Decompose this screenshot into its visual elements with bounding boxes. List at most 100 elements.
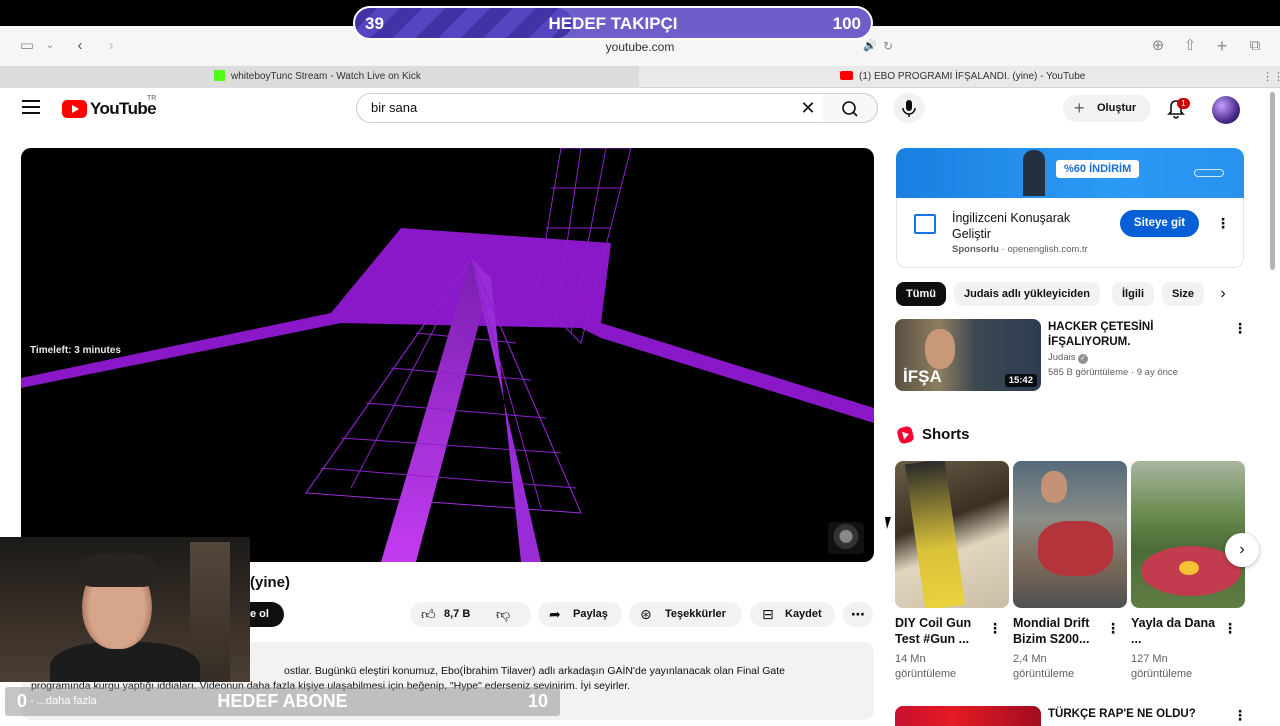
chip-related[interactable]: İlgili (1112, 282, 1154, 306)
share-button[interactable]: ➦ Paylaş (538, 602, 622, 627)
create-button[interactable]: + Oluştur (1063, 95, 1151, 122)
shorts-heading: Shorts (922, 426, 970, 443)
audio-playing-icon[interactable]: 🔊 (860, 36, 880, 56)
tab-kick[interactable]: whiteboyTunc Stream - Watch Live on Kick (0, 66, 639, 88)
short-title[interactable]: Yayla da Dana ... (1131, 615, 1219, 647)
follower-goal-bar: 39 HEDEF TAKIPÇI 100 (353, 6, 873, 40)
short-thumbnail[interactable] (895, 461, 1009, 608)
short-view-label: görüntüleme (895, 668, 957, 680)
goal-target: 100 (832, 14, 861, 33)
short-more-icon[interactable]: ⋮ (1223, 621, 1237, 635)
short-thumbnail[interactable] (1013, 461, 1127, 608)
upload-age: 9 ay önce (1136, 367, 1178, 378)
video-title: (yine) (250, 574, 291, 591)
channel-label: Judais (1048, 352, 1076, 363)
video-thumbnail[interactable]: İFŞA 15:42 (895, 319, 1041, 391)
tab-list-icon[interactable]: ⋮⋮ (1262, 67, 1280, 87)
forward-icon[interactable]: › (101, 36, 121, 56)
search-input[interactable]: bir sana (356, 93, 824, 123)
short-title[interactable]: DIY Coil Gun Test #Gun ... (895, 615, 983, 647)
more-actions-button[interactable]: ⋯ (843, 602, 873, 627)
microphone-icon (902, 100, 916, 117)
hamburger-menu-icon[interactable] (22, 100, 40, 114)
short-view-label: görüntüleme (1131, 668, 1193, 680)
chevron-down-icon[interactable]: ⌄ (40, 36, 60, 56)
visit-site-button[interactable]: Siteye git (1120, 210, 1199, 237)
youtube-favicon-icon (840, 70, 853, 80)
tab-title: whiteboyTunc Stream - Watch Live on Kick (231, 71, 421, 82)
page-scrollbar[interactable] (1268, 88, 1277, 720)
thanks-button[interactable]: ⊛ Teşekkürler (629, 602, 742, 627)
chip-all[interactable]: Tümü (896, 282, 946, 306)
short-thumbnail[interactable] (1131, 461, 1245, 608)
short-view-count: 2,4 Mn (1013, 653, 1047, 665)
youtube-play-icon (62, 100, 87, 118)
show-more-label: ...daha fazla (36, 695, 97, 707)
ad-banner[interactable]: %60 İNDİRİM (896, 148, 1244, 198)
video-more-icon[interactable]: ⋮ (1233, 321, 1247, 335)
mouse-cursor-icon (884, 517, 894, 529)
reload-icon[interactable]: ↻ (878, 36, 898, 56)
short-more-icon[interactable]: ⋮ (1106, 621, 1120, 635)
ad-domain: openenglish.com.tr (1007, 244, 1088, 255)
share-arrow-icon: ➦ (549, 606, 561, 622)
short-view-label: görüntüleme (1013, 668, 1075, 680)
video-title-link[interactable]: HACKER ÇETESİNİ İFŞALIYORUM. (1048, 320, 1218, 350)
ad-more-icon[interactable]: ⋮ (1216, 216, 1230, 230)
short-view-count: 14 Mn (895, 653, 926, 665)
chips-next-icon[interactable]: › (1218, 286, 1228, 302)
short-more-icon[interactable]: ⋮ (988, 621, 1002, 635)
search-button[interactable] (823, 93, 878, 123)
verified-icon: ✓ (1078, 354, 1089, 364)
short-egg (1179, 561, 1199, 575)
video-frame (21, 148, 874, 562)
create-label: Oluştur (1097, 102, 1137, 114)
streamer-hair (80, 553, 156, 587)
video-title-link[interactable]: TÜRKÇE RAP'E NE OLDU? (1048, 708, 1196, 720)
logo-text: YouTube (90, 99, 157, 118)
like-count: 8,7 B (444, 608, 471, 620)
thanks-icon: ⊛ (640, 606, 652, 622)
bookmark-icon: ⊟ (762, 606, 774, 622)
plus-icon: + (1074, 98, 1085, 118)
ad-title[interactable]: İngilizceni Konuşarak Geliştir (952, 210, 1112, 242)
shorts-next-button[interactable]: › (1225, 533, 1259, 567)
thumbs-up-icon: 👍︎ (421, 606, 436, 622)
share-icon[interactable]: ⇧ (1180, 36, 1200, 56)
save-label: Kaydet (785, 608, 822, 620)
goal-label: HEDEF TAKIPÇI (548, 14, 678, 33)
scrollbar-thumb[interactable] (1270, 92, 1275, 270)
sponsored-label: Sponsorlu (952, 244, 999, 255)
sidebar-toggle-icon[interactable]: ▭ (17, 36, 37, 56)
chip-from-uploader[interactable]: Judais adlı yükleyiciden (954, 282, 1100, 306)
webcam-overlay (0, 537, 250, 682)
download-icon[interactable]: ⊕ (1148, 36, 1168, 56)
like-button[interactable]: 👍︎ 8,7 B 👎︎ (410, 602, 531, 627)
video-player[interactable] (21, 148, 874, 562)
thumbnail-face (925, 329, 955, 369)
channel-name[interactable]: Judais ✓ (1048, 352, 1089, 364)
thumbs-down-icon[interactable]: 👎︎ (496, 602, 510, 627)
thanks-label: Teşekkürler (665, 608, 726, 620)
tab-title: (1) EBO PROGRAMI İFŞALANDI. (yine) - You… (859, 71, 1086, 82)
chip-for-you[interactable]: Size (1162, 282, 1204, 306)
search-icon (842, 101, 858, 117)
tab-youtube[interactable]: (1) EBO PROGRAMI İFŞALANDI. (yine) - You… (640, 66, 1260, 88)
save-button[interactable]: ⊟ Kaydet (750, 602, 835, 627)
short-image (904, 461, 966, 608)
clear-search-icon[interactable]: ✕ (798, 98, 818, 118)
video-thumbnail[interactable] (895, 706, 1041, 726)
short-views: 14 Mn görüntüleme (895, 652, 956, 682)
voice-search-button[interactable] (893, 93, 925, 123)
short-title[interactable]: Mondial Drift Bizim S200... (1013, 615, 1101, 647)
show-more-link[interactable]: - ...daha fazla (30, 695, 97, 707)
view-count: 585 B görüntüleme (1048, 367, 1129, 378)
ad-banner-text: %60 İNDİRİM (1056, 160, 1140, 178)
avatar[interactable] (1212, 96, 1240, 124)
thumbnail-text: İFŞA (903, 367, 942, 386)
channel-watermark-icon[interactable] (828, 522, 864, 554)
tab-overview-icon[interactable]: ⧉ (1245, 36, 1265, 56)
new-tab-icon[interactable]: + (1212, 36, 1232, 56)
video-duration: 15:42 (1004, 374, 1037, 387)
back-icon[interactable]: ‹ (70, 36, 90, 56)
